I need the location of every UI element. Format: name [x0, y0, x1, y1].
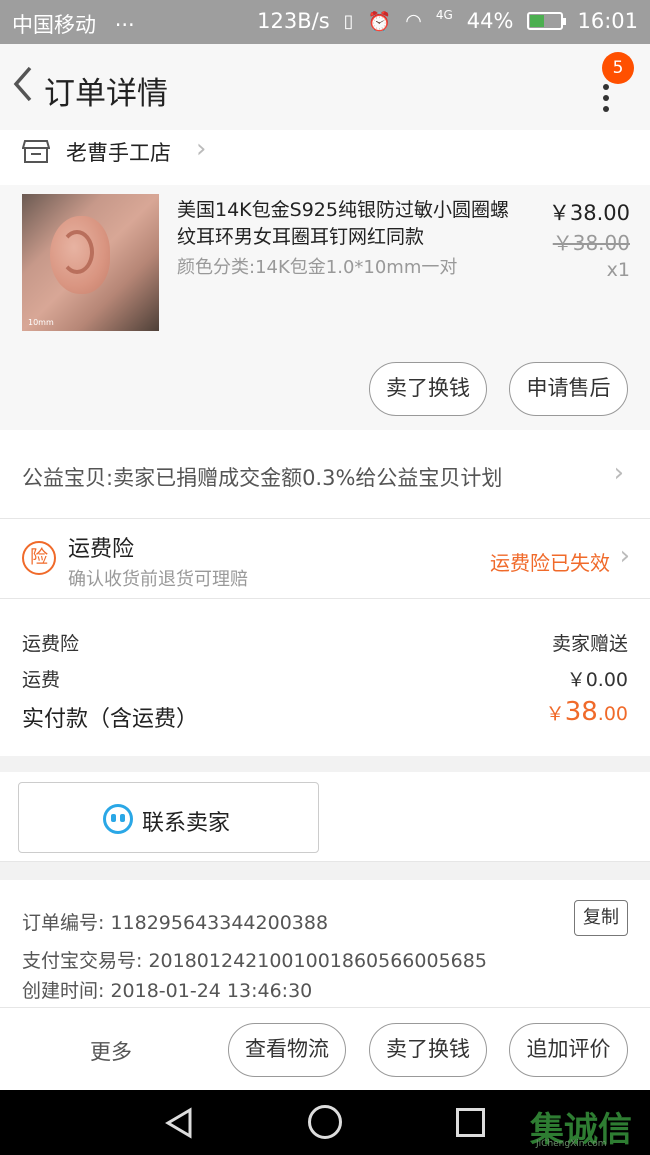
product-original-price: ￥38.00 — [552, 231, 630, 255]
alarm-icon: ⏰ — [367, 10, 392, 33]
store-icon — [22, 140, 50, 163]
vibrate-icon: ▯ — [343, 10, 354, 32]
product-card: 10mm 美国14K包金S925纯银防过敏小圆圈螺纹耳环男女耳圈耳钉网红同款 颜… — [0, 185, 650, 430]
nav-home-icon[interactable] — [308, 1105, 342, 1139]
earring-illustration — [60, 230, 94, 274]
order-number-line: 订单编号: 1182956433442003​88 — [22, 908, 328, 935]
chevron-right-icon: › — [196, 134, 207, 164]
clock: 16:01 — [577, 9, 638, 33]
chevron-right-icon: › — [619, 541, 630, 571]
nav-recents-icon[interactable] — [456, 1108, 485, 1137]
created-time-line: 创建时间: 2018-01-24 13:46:30 — [22, 976, 312, 1003]
total-label: 实付款（含运费） — [22, 707, 199, 732]
status-bar: 中国移动 ··· 123B/s ▯ ⏰ ◠ 4G 44% 16:01 — [0, 0, 650, 44]
insurance-title: 运费险 — [68, 537, 135, 562]
fee-label: 运费险 — [22, 633, 80, 655]
shipping-insurance-row[interactable]: 险 运费险 确认收货前退货可理赔 运费险已失效 › — [0, 519, 650, 599]
more-button[interactable]: 更多 — [90, 1036, 132, 1066]
charity-row[interactable]: 公益宝贝:卖家已捐赠成交金额0.3%给公益宝贝计划 › — [0, 430, 650, 519]
total-amount: ￥38.00 — [546, 697, 628, 727]
fee-value: 卖家赠送 — [551, 633, 628, 655]
contact-seller-label: 联系卖家 — [142, 811, 231, 836]
sell-again-button[interactable]: 卖了换钱 — [369, 1023, 487, 1077]
view-logistics-button[interactable]: 查看物流 — [228, 1023, 346, 1077]
status-left: 中国移动 ··· — [12, 9, 135, 39]
insurance-subtitle: 确认收货前退货可理赔 — [68, 569, 248, 590]
sell-button[interactable]: 卖了换钱 — [369, 362, 487, 416]
dot-icon — [603, 106, 609, 112]
bottom-action-bar: 更多 查看物流 卖了换钱 追加评价 — [0, 1007, 650, 1090]
insurance-icon: 险 — [22, 541, 56, 575]
add-review-button[interactable]: 追加评价 — [509, 1023, 628, 1077]
battery-percent: 44% — [466, 9, 514, 33]
alipay-number: 2018012421001001860566005685 — [148, 950, 487, 972]
product-price: ￥38.00 — [548, 201, 630, 225]
status-right: 123B/s ▯ ⏰ ◠ 4G 44% 16:01 — [257, 8, 638, 33]
more-menu-button[interactable] — [590, 78, 622, 118]
system-nav-bar: 集诚信 JiChengXin.com — [0, 1090, 650, 1155]
contact-section: 联系卖家 — [0, 772, 650, 862]
product-image[interactable]: 10mm — [22, 194, 159, 331]
fee-summary: 运费险 卖家赠送 运费 ￥0.00 实付款（含运费） ￥38.00 — [0, 599, 650, 756]
contact-seller-button[interactable]: 联系卖家 — [18, 782, 319, 853]
image-caption: 10mm — [28, 318, 54, 327]
network-speed: 123B/s — [257, 9, 330, 33]
battery-fill — [530, 15, 544, 27]
created-time-label: 创建时间: — [22, 980, 105, 1002]
chevron-left-icon — [13, 66, 32, 102]
chat-icon — [103, 804, 133, 834]
created-time: 2018-01-24 13:46:30 — [110, 980, 313, 1002]
carrier-label: 中国移动 — [12, 13, 96, 37]
notification-badge: 5 — [602, 52, 634, 84]
order-number: 1182956433442003​88 — [110, 912, 329, 934]
insurance-status: 运费险已失效 — [490, 551, 610, 575]
total-decimal: .00 — [597, 703, 628, 725]
fee-label: 运费 — [22, 669, 61, 691]
total-currency: ￥ — [545, 703, 565, 725]
after-sales-button[interactable]: 申请售后 — [509, 362, 628, 416]
fee-value: ￥0.00 — [566, 669, 628, 691]
alipay-number-label: 支付宝交易号: — [22, 950, 143, 972]
back-button[interactable] — [6, 64, 42, 110]
battery-icon — [527, 12, 567, 30]
dot-icon — [603, 95, 609, 101]
copy-button[interactable]: 复制 — [574, 900, 628, 936]
chevron-right-icon: › — [613, 458, 624, 488]
shop-row[interactable]: 老曹手工店 › — [0, 130, 650, 185]
order-number-label: 订单编号: — [22, 912, 105, 934]
charity-text: 公益宝贝:卖家已捐赠成交金额0.3%给公益宝贝计划 — [22, 466, 503, 490]
dot-icon — [603, 84, 609, 90]
signal-icon: 4G — [435, 8, 453, 22]
product-title[interactable]: 美国14K包金S925纯银防过敏小圆圈螺纹耳环男女耳圈耳钉网红同款 — [177, 197, 512, 251]
wifi-icon: ◠ — [405, 10, 422, 32]
total-integer: 38 — [564, 697, 598, 727]
shop-name: 老曹手工店 — [66, 141, 171, 165]
more-notifications-icon: ··· — [114, 13, 135, 37]
page-title: 订单详情 — [44, 76, 168, 112]
product-quantity: x1 — [606, 259, 630, 281]
product-sku: 颜色分类:14K包金1.0*10mm一对 — [177, 257, 458, 278]
nav-back-icon[interactable] — [162, 1106, 196, 1140]
title-bar: 订单详情 — [0, 44, 650, 130]
watermark-url: JiChengXin.com — [536, 1139, 607, 1149]
alipay-number-line: 支付宝交易号: 2018012421001001860566005685 — [22, 946, 487, 973]
order-info: 订单编号: 1182956433442003​88 复制 支付宝交易号: 201… — [0, 880, 650, 1010]
